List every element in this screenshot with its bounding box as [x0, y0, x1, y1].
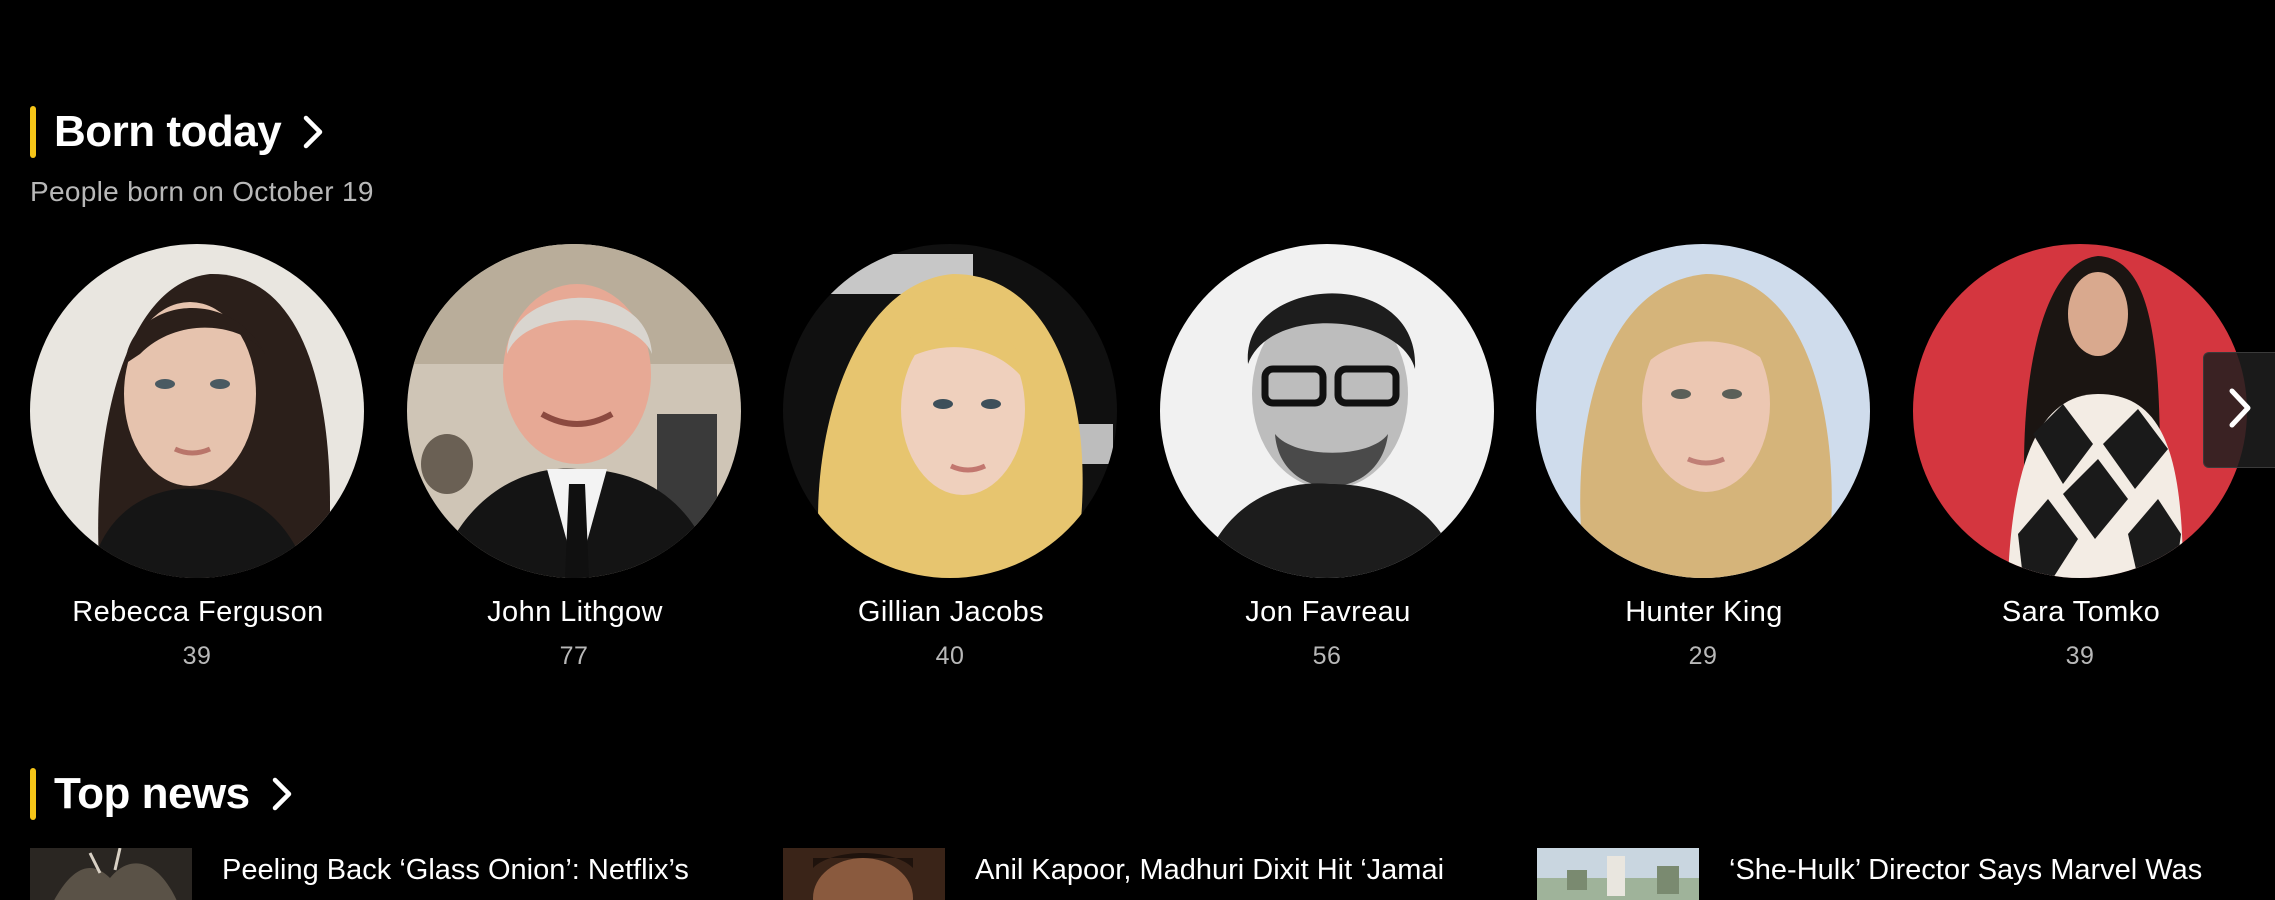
- top-news-title: Top news: [54, 769, 250, 818]
- person-avatar: [1160, 244, 1494, 578]
- chevron-right-icon: [303, 115, 323, 149]
- news-headline: ‘She-Hulk’ Director Says Marvel Was: [1729, 854, 2203, 886]
- person-card[interactable]: John Lithgow 77: [407, 244, 743, 674]
- born-today-carousel: Rebecca Ferguson 39 John Lithgow 77 Gill…: [30, 244, 2275, 684]
- news-item[interactable]: Anil Kapoor, Madhuri Dixit Hit ‘Jamai: [783, 848, 1444, 900]
- person-name: Sara Tomko: [2001, 596, 2161, 628]
- section-accent-bar: [30, 768, 36, 820]
- section-accent-bar: [30, 106, 36, 158]
- carousel-next-button[interactable]: [2203, 352, 2275, 468]
- person-age: 39: [182, 642, 212, 670]
- person-avatar: [30, 244, 364, 578]
- news-thumbnail: [30, 848, 192, 900]
- person-card[interactable]: Jon Favreau 56: [1160, 244, 1496, 674]
- person-card[interactable]: Gillian Jacobs 40: [783, 244, 1119, 674]
- chevron-right-icon: [272, 777, 292, 811]
- person-name: Hunter King: [1625, 596, 1783, 628]
- page: Born today People born on October 19 Reb…: [0, 0, 2275, 900]
- person-name: Jon Favreau: [1245, 596, 1411, 628]
- news-item[interactable]: ‘She-Hulk’ Director Says Marvel Was: [1537, 848, 2202, 900]
- person-card[interactable]: Hunter King 29: [1536, 244, 1872, 674]
- person-age: 40: [935, 642, 965, 670]
- person-avatar: [407, 244, 741, 578]
- person-age: 56: [1312, 642, 1342, 670]
- chevron-right-icon: [2228, 387, 2252, 434]
- person-card[interactable]: Sara Tomko 39: [1913, 244, 2249, 674]
- news-item[interactable]: Peeling Back ‘Glass Onion’: Netflix’s: [30, 848, 689, 900]
- person-age: 39: [2065, 642, 2095, 670]
- news-headline: Peeling Back ‘Glass Onion’: Netflix’s: [222, 854, 689, 886]
- person-age: 29: [1688, 642, 1718, 670]
- person-name: John Lithgow: [487, 596, 663, 628]
- born-today-header[interactable]: Born today: [30, 106, 323, 158]
- person-name: Gillian Jacobs: [857, 596, 1045, 628]
- born-today-title: Born today: [54, 107, 282, 156]
- top-news-header[interactable]: Top news: [30, 768, 292, 820]
- person-card[interactable]: Rebecca Ferguson 39: [30, 244, 366, 674]
- news-headline: Anil Kapoor, Madhuri Dixit Hit ‘Jamai: [975, 854, 1445, 886]
- person-avatar: [783, 244, 1117, 578]
- news-thumbnail: [783, 848, 945, 900]
- news-thumbnail: [1537, 848, 1699, 900]
- person-name: Rebecca Ferguson: [72, 596, 324, 628]
- born-today-subtitle: People born on October 19: [30, 176, 374, 207]
- person-avatar: [1913, 244, 2247, 578]
- person-age: 77: [559, 642, 589, 670]
- person-avatar: [1536, 244, 1870, 578]
